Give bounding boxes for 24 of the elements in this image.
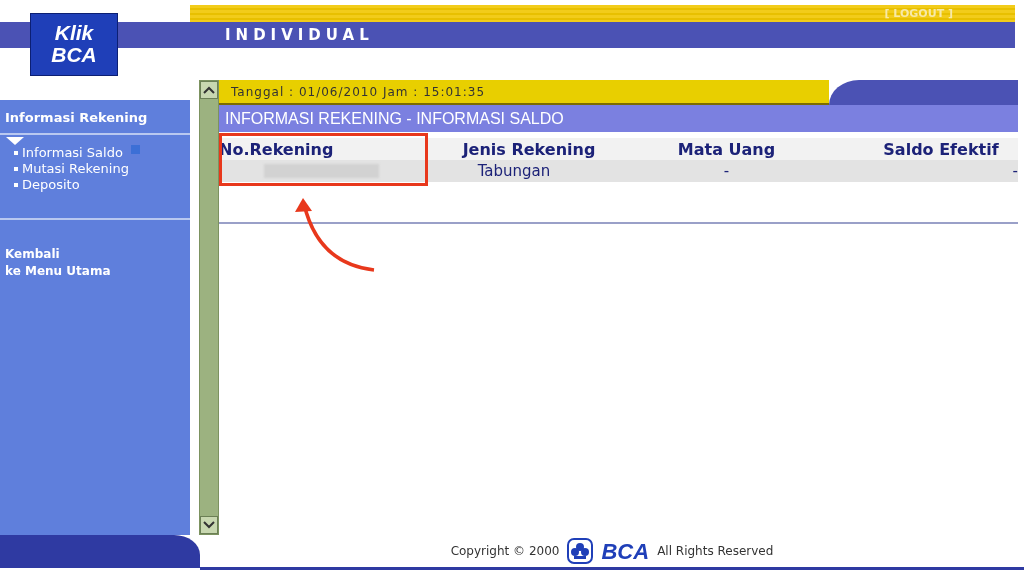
table-cell-text: - bbox=[722, 161, 731, 182]
sidebar-item[interactable]: Mutasi Rekening bbox=[22, 160, 129, 177]
scroll-down-icon[interactable] bbox=[200, 516, 218, 534]
column-header: Mata Uang bbox=[676, 139, 777, 161]
scrollbar[interactable] bbox=[199, 80, 219, 535]
copyright-text: Copyright © 2000 bbox=[450, 543, 560, 560]
back-to-main-menu-link[interactable]: Kembali ke Menu Utama bbox=[0, 219, 190, 306]
table-cell-text: - bbox=[1011, 161, 1018, 182]
brand-name: BCA bbox=[601, 537, 650, 566]
rights-text: All Rights Reserved bbox=[657, 543, 774, 560]
date-bar: Tanggal : 01/06/2010 Jam : 15:01:35 bbox=[219, 80, 829, 105]
logo: Klik BCA bbox=[30, 13, 118, 76]
table-cell-text: Tabungan bbox=[476, 161, 552, 182]
bca-emblem-icon bbox=[567, 538, 594, 564]
sidebar-item[interactable]: Informasi Saldo bbox=[22, 144, 123, 161]
scroll-up-icon[interactable] bbox=[200, 81, 218, 99]
column-header: Jenis Rekening bbox=[460, 139, 597, 161]
section-title: INDIVIDUAL bbox=[225, 25, 375, 46]
sidebar-heading: Informasi Rekening bbox=[0, 100, 190, 135]
page-title: INFORMASI REKENING - INFORMASI SALDO bbox=[219, 105, 1018, 132]
expanded-icon[interactable] bbox=[6, 136, 24, 145]
column-header: Saldo Efektif bbox=[882, 139, 1000, 161]
column-header: No.Rekening bbox=[219, 139, 335, 161]
sidebar-item[interactable]: Deposito bbox=[22, 176, 80, 193]
